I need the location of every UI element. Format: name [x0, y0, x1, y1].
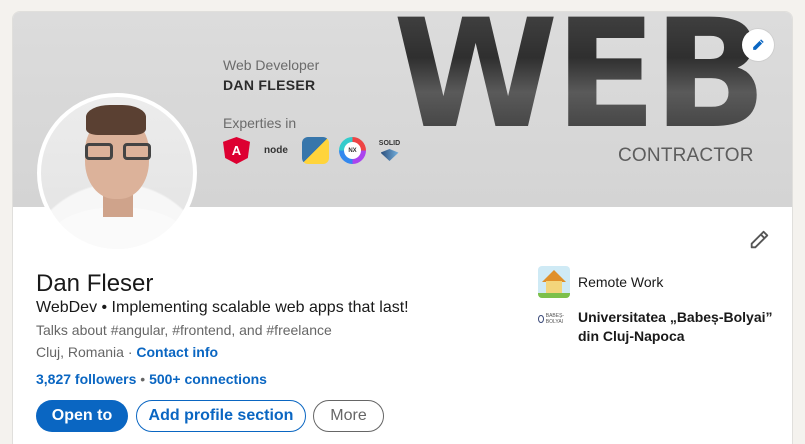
connections-link[interactable]: 500+ connections	[149, 371, 267, 387]
house-icon	[538, 266, 570, 298]
education-line-2: din Cluj-Napoca	[578, 328, 685, 344]
profile-location: Cluj, Romania	[36, 344, 124, 360]
separator: ·	[127, 344, 133, 360]
pencil-icon	[750, 230, 769, 249]
open-to-button[interactable]: Open to	[36, 400, 128, 432]
avatar[interactable]	[37, 93, 197, 253]
add-profile-section-button[interactable]: Add profile section	[136, 400, 306, 432]
edit-intro-button[interactable]	[746, 227, 772, 253]
profile-name: Dan Fleser	[36, 270, 154, 297]
profile-location-row: Cluj, Romania · Contact info	[36, 344, 218, 360]
nx-icon: NX	[339, 137, 366, 164]
python-icon	[302, 137, 329, 164]
current-work-label: Remote Work	[578, 274, 664, 290]
edit-banner-button[interactable]	[742, 29, 774, 61]
angular-icon: A	[223, 137, 250, 164]
education-item[interactable]: BABEȘ-BOLYAI Universitatea „Babeș-Bolyai…	[538, 308, 773, 346]
tech-logos: A node NX SOLID	[223, 137, 403, 164]
banner-name: DAN FLESER	[223, 77, 316, 93]
university-logo-icon: BABEȘ-BOLYAI	[538, 312, 568, 326]
profile-headline: WebDev • Implementing scalable web apps …	[36, 299, 409, 316]
pencil-icon	[753, 39, 764, 50]
banner-role: Web Developer	[223, 57, 320, 73]
banner-big-text: WEB	[393, 12, 767, 150]
followers-link[interactable]: 3,827 followers	[36, 371, 136, 387]
current-work-item[interactable]: Remote Work	[538, 266, 663, 298]
contact-info-link[interactable]: Contact info	[136, 344, 218, 360]
education-label: Universitatea „Babeș-Bolyai” din Cluj-Na…	[578, 308, 773, 346]
education-line-1: Universitatea „Babeș-Bolyai”	[578, 309, 773, 325]
node-icon: node	[264, 145, 288, 156]
more-button[interactable]: More	[313, 400, 384, 432]
network-row: 3,827 followers • 500+ connections	[36, 371, 267, 387]
banner-subtitle: CONTRACTOR	[618, 145, 754, 166]
banner-expertise-label: Experties in	[223, 115, 297, 131]
profile-talks-about: Talks about #angular, #frontend, and #fr…	[36, 322, 332, 338]
separator: •	[140, 371, 146, 387]
profile-card: Web Developer DAN FLESER Experties in A …	[12, 11, 793, 444]
